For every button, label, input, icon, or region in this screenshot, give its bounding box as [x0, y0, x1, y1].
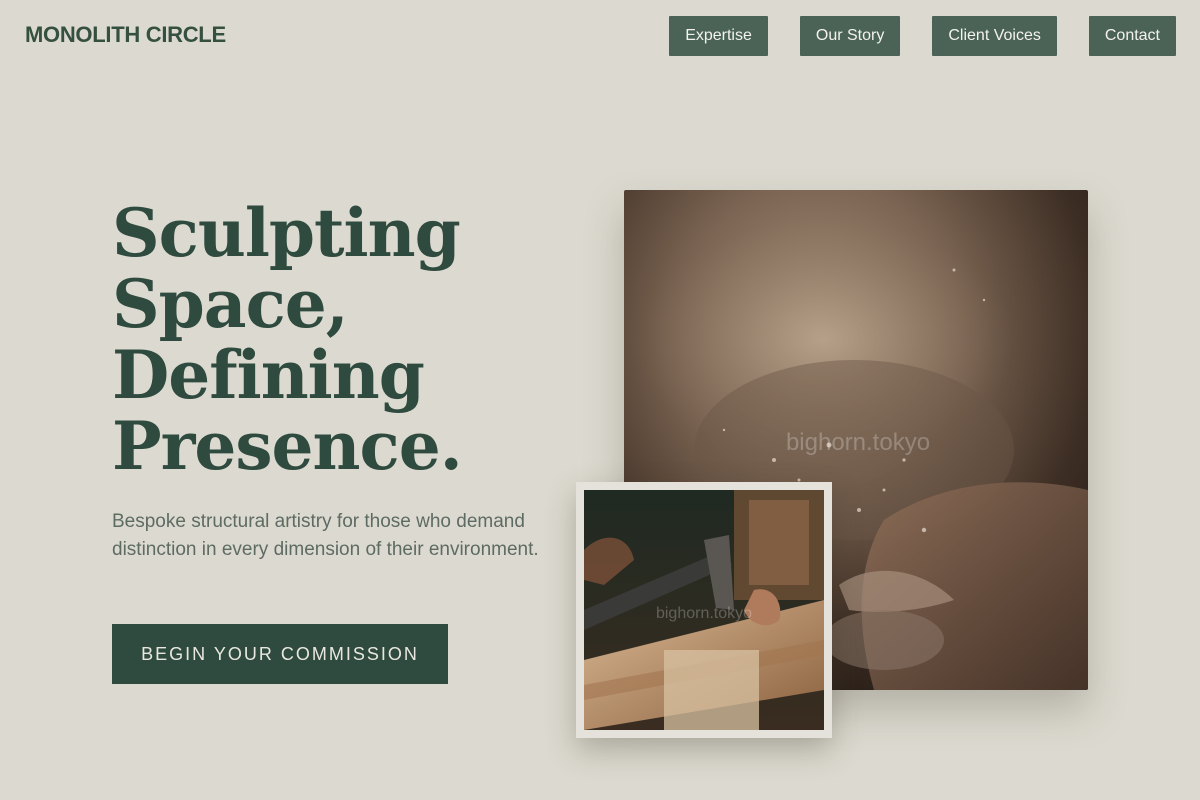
brand-logo[interactable]: MONOLITH CIRCLE: [25, 22, 226, 48]
begin-commission-button[interactable]: BEGIN YOUR COMMISSION: [112, 624, 448, 684]
headline-line: Defining: [112, 336, 425, 414]
hero-headline: Sculpting Space, Defining Presence.: [112, 198, 572, 482]
nav-expertise-button[interactable]: Expertise: [669, 16, 768, 56]
woodcarving-photo: bighorn.tokyo: [584, 490, 824, 730]
headline-line: Space,: [112, 265, 349, 343]
headline-line: Sculpting: [112, 194, 461, 272]
image-watermark: bighorn.tokyo: [656, 605, 752, 622]
secondary-image-frame: bighorn.tokyo: [576, 482, 832, 738]
nav-our-story-button[interactable]: Our Story: [799, 16, 901, 56]
hero-subtitle: Bespoke structural artistry for those wh…: [112, 511, 539, 560]
headline-line: Presence.: [112, 407, 463, 485]
main-nav: Expertise Our Story Client Voices Contac…: [669, 16, 1176, 56]
image-watermark: bighorn.tokyo: [786, 429, 930, 456]
nav-client-voices-button[interactable]: Client Voices: [932, 16, 1057, 56]
nav-contact-button[interactable]: Contact: [1088, 16, 1176, 56]
